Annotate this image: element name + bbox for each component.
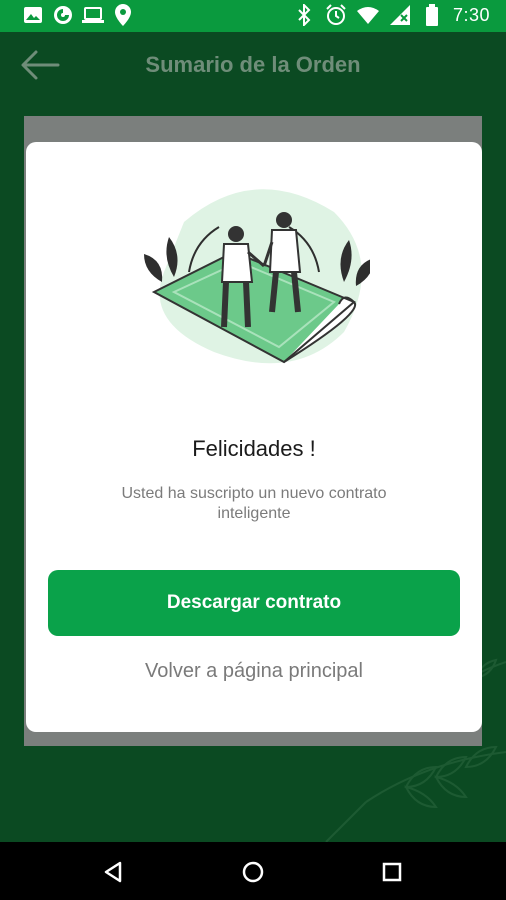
- location-icon: [112, 4, 134, 26]
- bluetooth-icon: [293, 4, 315, 26]
- back-to-home-link[interactable]: Volver a página principal: [26, 660, 482, 683]
- status-bar-left-icons: [22, 4, 134, 26]
- signal-icon: [389, 4, 411, 26]
- status-time: 7:30: [452, 4, 490, 25]
- dialog-title: Felicidades !: [192, 436, 316, 461]
- page-title: Sumario de la Orden: [145, 52, 361, 77]
- system-nav-bar: [0, 842, 506, 900]
- back-triangle-icon[interactable]: [102, 860, 126, 884]
- wifi-icon: [356, 4, 379, 26]
- app-bar: Sumario de la Orden: [0, 32, 506, 98]
- download-contract-button[interactable]: Descargar contrato: [48, 570, 460, 636]
- handshake-illustration-icon: [144, 189, 370, 364]
- success-dialog: Felicidades ! Usted ha suscripto un nuev…: [26, 142, 482, 732]
- image-icon: [22, 4, 44, 26]
- recents-square-icon[interactable]: [380, 860, 404, 884]
- status-bar: 7:30: [0, 0, 506, 32]
- firefox-icon: [52, 4, 74, 26]
- alarm-icon: [325, 4, 347, 26]
- laptop-icon: [82, 4, 104, 26]
- home-circle-icon[interactable]: [241, 860, 265, 884]
- dialog-message: Usted ha suscripto un nuevo contrato int…: [121, 485, 387, 522]
- status-bar-right-icons: 7:30: [293, 4, 490, 26]
- battery-icon: [421, 4, 443, 26]
